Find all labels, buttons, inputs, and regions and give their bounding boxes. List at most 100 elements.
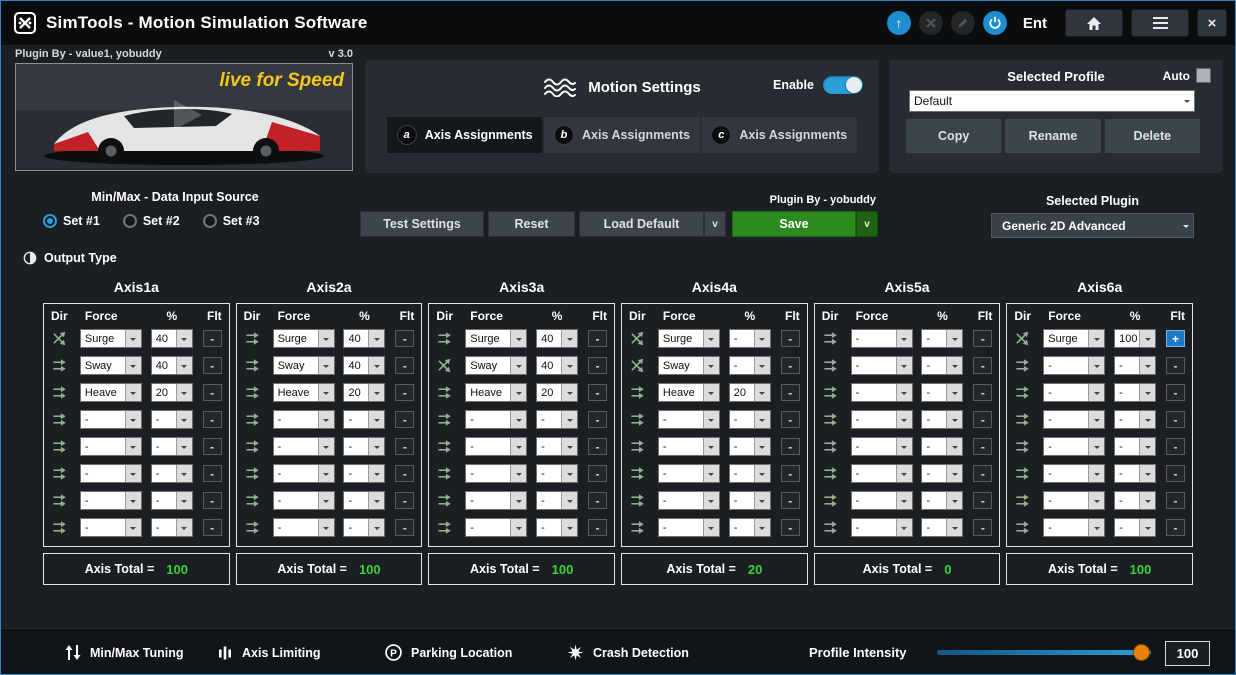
- percent-select[interactable]: -: [343, 410, 385, 429]
- parallel-arrows-icon[interactable]: [629, 412, 647, 428]
- percent-select[interactable]: -: [536, 464, 578, 483]
- rename-button[interactable]: Rename: [1004, 118, 1101, 154]
- copy-button[interactable]: Copy: [905, 118, 1002, 154]
- force-select[interactable]: -: [465, 437, 527, 456]
- filter-button[interactable]: -: [395, 438, 414, 455]
- force-select[interactable]: Surge: [465, 329, 527, 348]
- close-button[interactable]: ×: [1197, 9, 1227, 37]
- filter-button[interactable]: -: [203, 492, 222, 509]
- filter-button[interactable]: -: [203, 519, 222, 536]
- filter-button[interactable]: -: [781, 465, 800, 482]
- disconnected-icon[interactable]: [919, 11, 943, 35]
- parallel-arrows-icon[interactable]: [51, 493, 69, 509]
- parallel-arrows-icon[interactable]: [51, 466, 69, 482]
- percent-select[interactable]: -: [921, 383, 963, 402]
- percent-select[interactable]: -: [343, 518, 385, 537]
- percent-select[interactable]: -: [1114, 518, 1156, 537]
- cross-arrows-icon[interactable]: [51, 331, 69, 347]
- parallel-arrows-icon[interactable]: [629, 520, 647, 536]
- filter-button[interactable]: -: [588, 384, 607, 401]
- test-settings-button[interactable]: Test Settings: [360, 211, 484, 237]
- force-select[interactable]: -: [465, 410, 527, 429]
- filter-button[interactable]: -: [1166, 357, 1185, 374]
- parallel-arrows-icon[interactable]: [436, 493, 454, 509]
- parallel-arrows-icon[interactable]: [436, 385, 454, 401]
- filter-button[interactable]: +: [1166, 330, 1185, 347]
- force-select[interactable]: -: [1043, 437, 1105, 456]
- percent-select[interactable]: -: [729, 410, 771, 429]
- save-button[interactable]: Save: [732, 211, 856, 237]
- percent-select[interactable]: -: [151, 410, 193, 429]
- filter-button[interactable]: -: [781, 492, 800, 509]
- percent-select[interactable]: -: [1114, 356, 1156, 375]
- force-select[interactable]: -: [851, 518, 913, 537]
- force-select[interactable]: -: [851, 491, 913, 510]
- force-select[interactable]: -: [851, 464, 913, 483]
- force-select[interactable]: -: [851, 410, 913, 429]
- pencil-icon[interactable]: [951, 11, 975, 35]
- parallel-arrows-icon[interactable]: [244, 385, 262, 401]
- filter-button[interactable]: -: [395, 384, 414, 401]
- percent-select[interactable]: 20: [536, 383, 578, 402]
- percent-select[interactable]: -: [921, 329, 963, 348]
- percent-select[interactable]: -: [729, 464, 771, 483]
- filter-button[interactable]: -: [203, 438, 222, 455]
- filter-button[interactable]: -: [203, 357, 222, 374]
- radio-set-2[interactable]: Set #2: [123, 214, 180, 228]
- percent-select[interactable]: -: [1114, 410, 1156, 429]
- force-select[interactable]: -: [80, 464, 142, 483]
- filter-button[interactable]: -: [588, 357, 607, 374]
- radio-set-3[interactable]: Set #3: [203, 214, 260, 228]
- force-select[interactable]: -: [80, 437, 142, 456]
- filter-button[interactable]: -: [395, 492, 414, 509]
- parallel-arrows-icon[interactable]: [51, 385, 69, 401]
- percent-select[interactable]: -: [1114, 491, 1156, 510]
- percent-select[interactable]: 20: [343, 383, 385, 402]
- parallel-arrows-icon[interactable]: [51, 439, 69, 455]
- force-select[interactable]: Heave: [658, 383, 720, 402]
- parallel-arrows-icon[interactable]: [629, 439, 647, 455]
- force-select[interactable]: Sway: [273, 356, 335, 375]
- auto-checkbox-group[interactable]: Auto: [1163, 68, 1211, 83]
- load-default-dropdown-button[interactable]: v: [704, 211, 726, 237]
- parallel-arrows-icon[interactable]: [51, 358, 69, 374]
- percent-select[interactable]: -: [729, 329, 771, 348]
- profile-intensity-slider[interactable]: [937, 650, 1151, 655]
- parallel-arrows-icon[interactable]: [822, 493, 840, 509]
- output-type[interactable]: Output Type: [23, 251, 117, 265]
- save-dropdown-button[interactable]: v: [856, 211, 878, 237]
- force-select[interactable]: -: [273, 518, 335, 537]
- parallel-arrows-icon[interactable]: [244, 439, 262, 455]
- parallel-arrows-icon[interactable]: [629, 385, 647, 401]
- load-default-button[interactable]: Load Default: [579, 211, 704, 237]
- parallel-arrows-icon[interactable]: [1014, 493, 1032, 509]
- enable-toggle[interactable]: [823, 76, 863, 94]
- force-select[interactable]: -: [658, 491, 720, 510]
- percent-select[interactable]: -: [921, 410, 963, 429]
- filter-button[interactable]: -: [781, 330, 800, 347]
- percent-select[interactable]: -: [921, 518, 963, 537]
- filter-button[interactable]: -: [203, 465, 222, 482]
- parallel-arrows-icon[interactable]: [822, 412, 840, 428]
- parallel-arrows-icon[interactable]: [629, 466, 647, 482]
- force-select[interactable]: -: [465, 491, 527, 510]
- filter-button[interactable]: -: [395, 330, 414, 347]
- percent-select[interactable]: -: [536, 437, 578, 456]
- force-select[interactable]: -: [658, 410, 720, 429]
- tab-axis-assignments-c[interactable]: c Axis Assignments: [702, 117, 857, 153]
- percent-select[interactable]: 40: [151, 329, 193, 348]
- force-select[interactable]: Heave: [465, 383, 527, 402]
- parking-location-button[interactable]: P Parking Location: [385, 631, 512, 674]
- profile-select[interactable]: Default: [909, 90, 1195, 112]
- force-select[interactable]: -: [1043, 410, 1105, 429]
- force-select[interactable]: -: [658, 464, 720, 483]
- filter-button[interactable]: -: [781, 519, 800, 536]
- percent-select[interactable]: 40: [343, 356, 385, 375]
- percent-select[interactable]: -: [729, 437, 771, 456]
- filter-button[interactable]: -: [588, 465, 607, 482]
- parallel-arrows-icon[interactable]: [244, 358, 262, 374]
- percent-select[interactable]: -: [921, 491, 963, 510]
- percent-select[interactable]: -: [729, 356, 771, 375]
- parallel-arrows-icon[interactable]: [822, 331, 840, 347]
- percent-select[interactable]: -: [729, 491, 771, 510]
